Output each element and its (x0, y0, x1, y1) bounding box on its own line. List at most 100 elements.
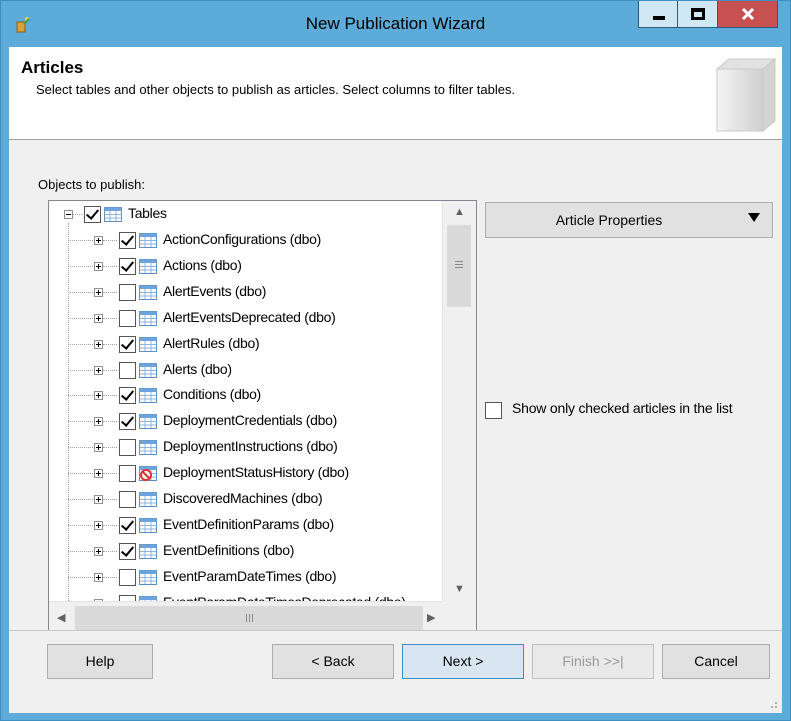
wizard-header: Articles Select tables and other objects… (9, 47, 782, 140)
next-button[interactable]: Next > (402, 644, 524, 679)
table-icon (139, 544, 157, 559)
expand-icon[interactable] (94, 391, 103, 400)
tree-item-label: AlertEvents (dbo) (163, 283, 267, 299)
table-icon (139, 570, 157, 585)
title-bar[interactable]: New Publication Wizard (1, 1, 790, 47)
cancel-button[interactable]: Cancel (662, 644, 770, 679)
publication-banner-icon (715, 57, 777, 133)
collapse-icon[interactable] (64, 210, 73, 219)
maximize-button[interactable] (678, 1, 718, 28)
table-icon (139, 259, 157, 274)
article-checkbox[interactable] (119, 413, 136, 430)
table-icon (139, 311, 157, 326)
vertical-scroll-thumb[interactable] (447, 225, 471, 307)
minimize-button[interactable] (638, 1, 678, 28)
tree-item-label: EventParamDateTimes (dbo) (163, 568, 337, 584)
expand-icon[interactable] (94, 366, 103, 375)
help-button[interactable]: Help (47, 644, 153, 679)
table-icon (139, 440, 157, 455)
tree-vertical-scrollbar[interactable]: ▲ ▼ (442, 201, 476, 601)
tree-item-label: AlertEventsDeprecated (dbo) (163, 309, 336, 325)
scroll-down-icon[interactable]: ▼ (454, 583, 465, 595)
close-icon (741, 8, 755, 20)
article-checkbox[interactable] (119, 336, 136, 353)
expand-icon[interactable] (94, 262, 103, 271)
expand-icon[interactable] (94, 521, 103, 530)
table-icon (139, 388, 157, 403)
tree-item-row[interactable]: DeploymentStatusHistory (dbo) (49, 460, 442, 486)
tree-item-row[interactable]: EventDefinitions (dbo) (49, 538, 442, 564)
article-checkbox[interactable] (119, 232, 136, 249)
tree-item-label: EventParamDateTimesDeprecated (dbo) (163, 594, 406, 601)
article-properties-label: Article Properties (555, 212, 663, 228)
expand-icon[interactable] (94, 340, 103, 349)
tree-item-row[interactable]: DeploymentInstructions (dbo) (49, 434, 442, 460)
tree-item-label: DiscoveredMachines (dbo) (163, 490, 323, 506)
article-checkbox[interactable] (119, 491, 136, 508)
table-blocked-icon (139, 466, 157, 481)
table-icon (139, 337, 157, 352)
expand-icon[interactable] (94, 443, 103, 452)
objects-to-publish-label: Objects to publish: (38, 177, 145, 192)
article-checkbox[interactable] (119, 362, 136, 379)
article-checkbox[interactable] (119, 439, 136, 456)
tree-item-row[interactable]: ActionConfigurations (dbo) (49, 227, 442, 253)
resize-grip-icon[interactable] (768, 699, 778, 709)
expand-icon[interactable] (94, 236, 103, 245)
article-properties-dropdown[interactable]: Article Properties (485, 202, 773, 238)
tree-root-row[interactable]: Tables (49, 201, 442, 227)
expand-icon[interactable] (94, 495, 103, 504)
tree-item-row[interactable]: EventParamDateTimes (dbo) (49, 564, 442, 590)
tree-item-row[interactable]: Actions (dbo) (49, 253, 442, 279)
table-icon (139, 492, 157, 507)
back-button[interactable]: < Back (272, 644, 394, 679)
article-checkbox[interactable] (119, 569, 136, 586)
tree-item-row[interactable]: AlertEvents (dbo) (49, 279, 442, 305)
tables-checkbox[interactable] (84, 206, 101, 223)
expand-icon[interactable] (94, 288, 103, 297)
tree-item-row[interactable]: Conditions (dbo) (49, 382, 442, 408)
tree-item-row[interactable]: Alerts (dbo) (49, 357, 442, 383)
tree-item-label: DeploymentStatusHistory (dbo) (163, 464, 349, 480)
tables-label: Tables (128, 205, 167, 221)
tree-item-row[interactable]: AlertEventsDeprecated (dbo) (49, 305, 442, 331)
scroll-right-icon[interactable]: ▶ (427, 611, 435, 624)
tree-item-label: EventDefinitionParams (dbo) (163, 516, 334, 532)
article-checkbox[interactable] (119, 284, 136, 301)
article-checkbox[interactable] (119, 387, 136, 404)
tree-item-row[interactable]: DeploymentCredentials (dbo) (49, 408, 442, 434)
article-checkbox[interactable] (119, 517, 136, 534)
tree-item-row[interactable]: EventParamDateTimesDeprecated (dbo) (49, 590, 442, 601)
finish-button[interactable]: Finish >>| (532, 644, 654, 679)
tree-content: Tables ActionConfigurations (dbo) Actions… (49, 201, 442, 601)
horizontal-scroll-thumb[interactable] (75, 606, 423, 630)
show-only-checked-label[interactable]: Show only checked articles in the list (512, 399, 772, 417)
tree-item-row[interactable]: DiscoveredMachines (dbo) (49, 486, 442, 512)
wizard-window: New Publication Wizard Articles Select t… (0, 0, 791, 721)
show-only-checked-checkbox[interactable] (485, 402, 502, 419)
expand-icon[interactable] (94, 547, 103, 556)
tree-item-label: ActionConfigurations (dbo) (163, 231, 321, 247)
table-icon (139, 285, 157, 300)
scroll-up-icon[interactable]: ▲ (454, 206, 465, 218)
article-checkbox[interactable] (119, 465, 136, 482)
objects-tree[interactable]: Tables ActionConfigurations (dbo) Actions… (48, 200, 477, 637)
expand-icon[interactable] (94, 314, 103, 323)
tree-item-row[interactable]: EventDefinitionParams (dbo) (49, 512, 442, 538)
wizard-footer: Help < Back Next > Finish >>| Cancel (9, 630, 782, 713)
dropdown-arrow-icon (748, 213, 760, 222)
page-description: Select tables and other objects to publi… (36, 82, 516, 97)
expand-icon[interactable] (94, 417, 103, 426)
article-checkbox[interactable] (119, 310, 136, 327)
tables-folder-icon (104, 207, 122, 222)
article-checkbox[interactable] (119, 543, 136, 560)
expand-icon[interactable] (94, 469, 103, 478)
table-icon (139, 414, 157, 429)
article-checkbox[interactable] (119, 258, 136, 275)
page-title: Articles (21, 58, 84, 77)
expand-icon[interactable] (94, 573, 103, 582)
maximize-icon (691, 8, 705, 20)
close-button[interactable] (718, 1, 778, 28)
tree-item-row[interactable]: AlertRules (dbo) (49, 331, 442, 357)
scroll-left-icon[interactable]: ◀ (57, 611, 65, 624)
